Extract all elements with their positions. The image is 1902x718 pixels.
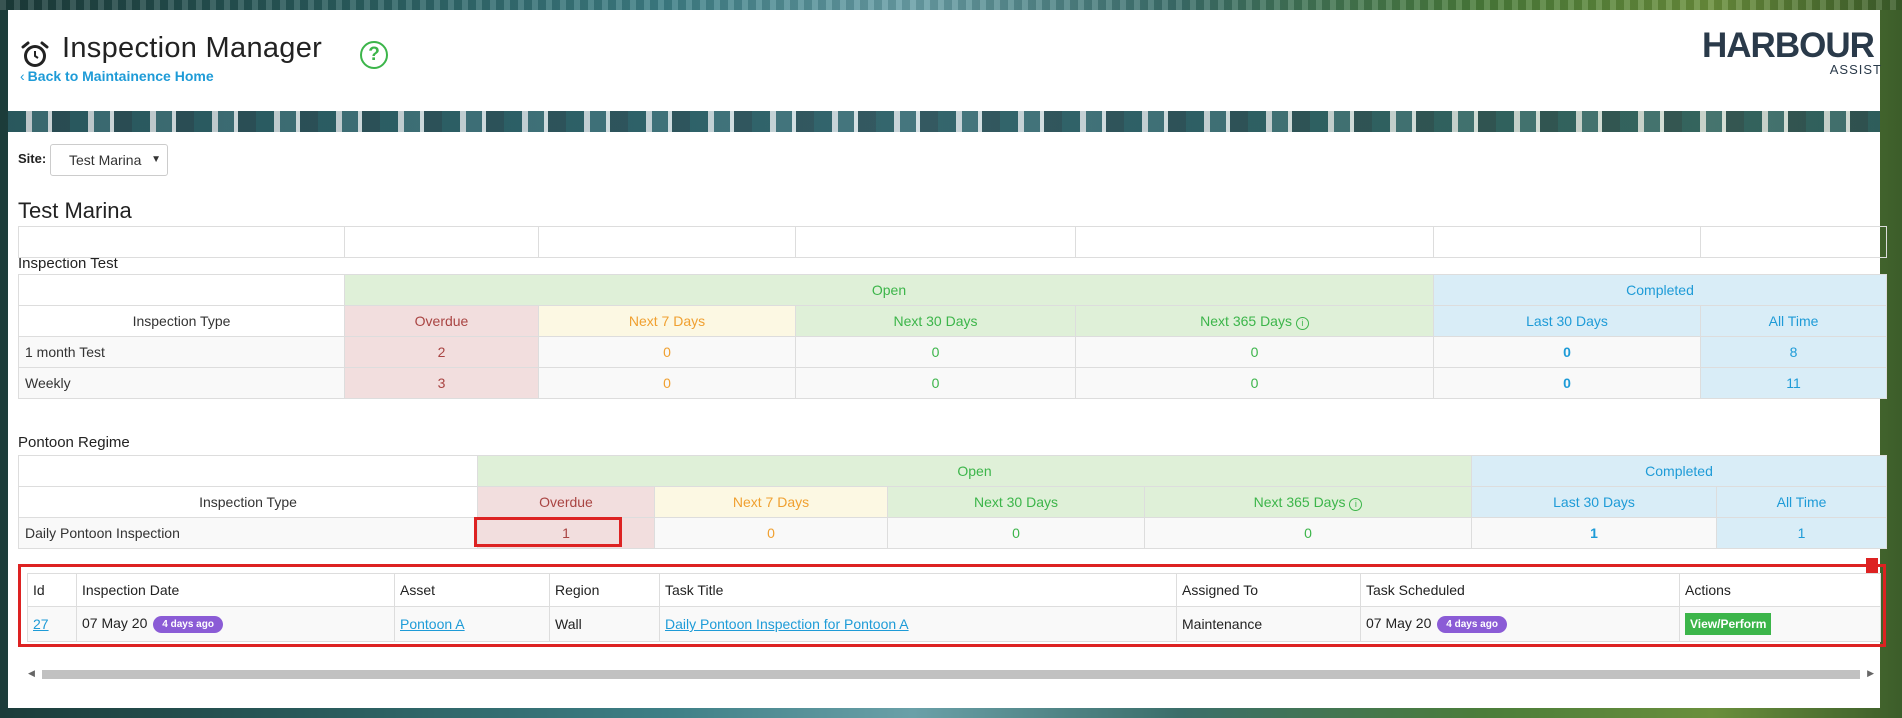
- col-all-time: All Time: [1699, 305, 1888, 337]
- col-next-30-days: Next 30 Days: [887, 486, 1145, 518]
- region-cell: Wall: [549, 606, 660, 642]
- col-next-365-days: Next 365 Days i: [1075, 305, 1434, 337]
- col-inspection-type: Inspection Type: [18, 305, 345, 337]
- table-row: 1 month Test 2 0 0 0 0 8: [18, 336, 1888, 368]
- logo-sub-text: ASSIST: [1829, 62, 1882, 77]
- col-asset[interactable]: Asset: [394, 573, 550, 607]
- col-last-30-days: Last 30 Days: [1471, 486, 1717, 518]
- scrollbar-thumb[interactable]: [42, 670, 1860, 679]
- cell-last30[interactable]: 0: [1433, 367, 1701, 399]
- page-header: Inspection Manager ? ‹ Back to Maintainen…: [8, 10, 1882, 111]
- back-to-maintenance-link[interactable]: ‹ Back to Maintainence Home: [20, 68, 214, 84]
- col-region[interactable]: Region: [549, 573, 660, 607]
- table-row: 27 07 May 20 4 days ago Pontoon A Wall D…: [27, 606, 1881, 642]
- back-link-label: Back to Maintainence Home: [27, 68, 214, 84]
- cell-all-time[interactable]: 1: [1715, 517, 1888, 549]
- inspection-id-link[interactable]: 27: [33, 616, 49, 632]
- col-next-7-days: Next 7 Days: [654, 486, 888, 518]
- caret-down-icon: ▼: [151, 154, 161, 165]
- scroll-right-icon[interactable]: ▶: [1867, 668, 1874, 679]
- pontoon-regime-table: Open Completed Inspection Type Overdue N…: [18, 455, 1888, 549]
- harbour-assist-logo: HARBOUR ASSIST: [1702, 26, 1882, 77]
- background-image-strip: [8, 111, 1880, 132]
- cell-next7[interactable]: 0: [538, 367, 796, 399]
- col-all-time: All Time: [1715, 486, 1888, 518]
- cell-last30[interactable]: 0: [1433, 336, 1701, 368]
- site-label: Site:: [18, 151, 47, 166]
- assigned-to-cell: Maintenance: [1176, 606, 1361, 642]
- asset-link[interactable]: Pontoon A: [400, 616, 465, 632]
- cell-all-time[interactable]: 8: [1699, 336, 1888, 368]
- col-last-30-days: Last 30 Days: [1433, 305, 1701, 337]
- task-scheduled-badge: 4 days ago: [1437, 615, 1507, 633]
- col-next-365-days: Next 365 Days i: [1144, 486, 1472, 518]
- info-icon[interactable]: i: [1349, 497, 1363, 511]
- cell-next365[interactable]: 0: [1075, 367, 1434, 399]
- table-row: Daily Pontoon Inspection 1 0 0 0 1 1: [18, 517, 1888, 549]
- info-icon[interactable]: i: [1295, 316, 1309, 330]
- inspection-detail-table: Id Inspection Date Asset Region Task Tit…: [27, 573, 1881, 642]
- inspection-test-table: Open Completed Inspection Type Overdue N…: [18, 274, 1888, 399]
- inspection-date-badge: 4 days ago: [153, 615, 223, 633]
- overdue-highlight-box: [474, 517, 622, 547]
- inspection-date: 07 May 20: [82, 615, 148, 632]
- background-image-top: [0, 0, 1902, 10]
- logo-main-text: HARBOUR: [1702, 26, 1875, 65]
- site-select-value: Test Marina: [69, 152, 142, 168]
- col-overdue: Overdue: [477, 486, 655, 518]
- help-icon[interactable]: ?: [360, 41, 388, 69]
- cell-overdue[interactable]: 2: [344, 336, 539, 368]
- cell-next30[interactable]: 0: [795, 367, 1076, 399]
- group-completed-header: Completed: [1432, 274, 1888, 306]
- cell-next365[interactable]: 0: [1075, 336, 1434, 368]
- task-title-link[interactable]: Daily Pontoon Inspection for Pontoon A: [665, 616, 909, 632]
- regime-summary-table: [18, 226, 1887, 258]
- cell-next7[interactable]: 0: [538, 336, 796, 368]
- task-scheduled-date: 07 May 20: [1366, 615, 1432, 632]
- view-perform-button[interactable]: View/Perform: [1685, 613, 1772, 635]
- col-next-30-days: Next 30 Days: [795, 305, 1076, 337]
- col-next-365-label: Next 365 Days: [1253, 493, 1346, 510]
- detail-highlight-box: Id Inspection Date Asset Region Task Tit…: [18, 564, 1886, 647]
- site-select[interactable]: Test Marina ▼: [50, 144, 168, 176]
- cell-next7[interactable]: 0: [654, 517, 888, 549]
- empty-header-cell: [18, 274, 345, 306]
- cell-type: Weekly: [18, 367, 345, 399]
- table-row: Weekly 3 0 0 0 0 11: [18, 367, 1888, 399]
- col-inspection-date[interactable]: Inspection Date: [76, 573, 395, 607]
- site-heading: Test Marina: [18, 198, 132, 223]
- cell-last30[interactable]: 1: [1471, 517, 1717, 549]
- regime-title: Pontoon Regime: [18, 434, 130, 451]
- cell-next365[interactable]: 0: [1144, 517, 1472, 549]
- col-next-7-days: Next 7 Days: [538, 305, 796, 337]
- cell-overdue[interactable]: 3: [344, 367, 539, 399]
- group-open-header: Open: [344, 274, 1434, 306]
- group-completed-header: Completed: [1470, 455, 1888, 487]
- chevron-left-icon: ‹: [20, 68, 25, 84]
- cell-next30[interactable]: 0: [887, 517, 1145, 549]
- empty-header-cell: [18, 455, 478, 487]
- col-overdue: Overdue: [344, 305, 539, 337]
- col-assigned-to[interactable]: Assigned To: [1176, 573, 1361, 607]
- main-content: Site: Test Marina ▼ Test Marina Inspecti…: [8, 132, 1888, 708]
- col-inspection-type: Inspection Type: [18, 486, 478, 518]
- col-next-365-label: Next 365 Days: [1200, 312, 1292, 329]
- horizontal-scrollbar[interactable]: ◀ ▶: [26, 668, 1876, 680]
- col-task-scheduled[interactable]: Task Scheduled: [1360, 573, 1680, 607]
- col-task-title[interactable]: Task Title: [659, 573, 1177, 607]
- cell-type: Daily Pontoon Inspection: [18, 517, 478, 549]
- cell-type: 1 month Test: [18, 336, 345, 368]
- alarm-clock-icon: [21, 41, 49, 67]
- cell-all-time[interactable]: 11: [1699, 367, 1888, 399]
- group-open-header: Open: [477, 455, 1472, 487]
- scroll-left-icon[interactable]: ◀: [28, 668, 35, 679]
- col-actions: Actions: [1679, 573, 1881, 607]
- page-title: Inspection Manager: [62, 32, 323, 64]
- col-id[interactable]: Id: [27, 573, 77, 607]
- cell-next30[interactable]: 0: [795, 336, 1076, 368]
